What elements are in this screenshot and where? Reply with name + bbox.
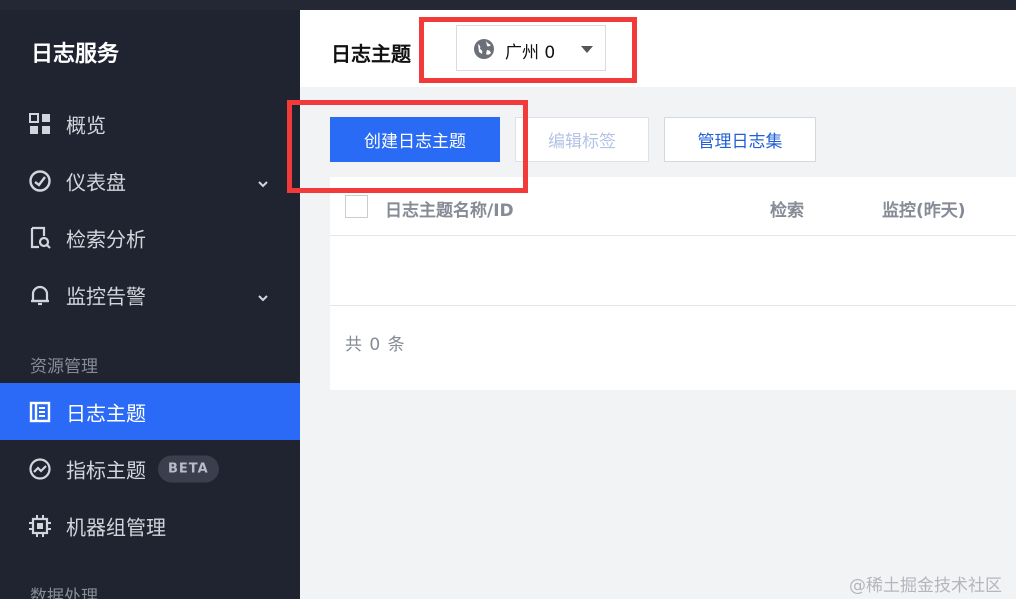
bell-icon (28, 283, 52, 307)
column-header-search: 检索 (770, 201, 804, 221)
sidebar-item-machine-group[interactable]: 机器组管理 (0, 497, 300, 554)
page-title: 日志主题 (331, 42, 411, 66)
grid-icon (28, 112, 52, 136)
column-header-monitor: 监控(昨天) (882, 201, 966, 221)
log-topic-icon (28, 400, 52, 424)
search-doc-icon (28, 226, 52, 250)
sidebar-item-monitor-alarm[interactable]: 监控告警 (0, 266, 300, 323)
chevron-down-icon (255, 287, 271, 303)
gauge-icon (28, 169, 52, 193)
top-strip (0, 0, 1016, 10)
sidebar-item-label: 机器组管理 (66, 515, 166, 539)
table-header: 日志主题名称/ID 检索 监控(昨天) (330, 177, 1016, 236)
sidebar-item-label: 日志主题 (66, 401, 146, 425)
watermark: @稀土掘金技术社区 (849, 576, 1002, 596)
sidebar-item-label: 监控告警 (66, 284, 146, 308)
sidebar-item-log-topic[interactable]: 日志主题 (0, 383, 300, 440)
trend-icon (28, 457, 52, 481)
sidebar-item-label: 概览 (66, 113, 106, 137)
table-total-count: 共 0 条 (345, 335, 406, 355)
select-all-checkbox[interactable] (345, 195, 368, 218)
brand-title: 日志服务 (31, 42, 120, 67)
create-log-topic-button[interactable]: 创建日志主题 (330, 117, 500, 162)
chip-icon (28, 514, 52, 538)
chevron-down-icon (255, 173, 271, 189)
edit-tags-button[interactable]: 编辑标签 (515, 117, 649, 162)
region-selector[interactable]: 广州 0 (456, 25, 606, 71)
sidebar-item-overview[interactable]: 概览 (0, 95, 300, 152)
caret-down-icon (581, 46, 593, 53)
section-label-resource: 资源管理 (30, 357, 98, 377)
column-header-name: 日志主题名称/ID (385, 201, 514, 221)
section-label-data-processing: 数据处理 (30, 587, 98, 599)
sidebar-item-label: 仪表盘 (66, 170, 126, 194)
log-topic-table: 日志主题名称/ID 检索 监控(昨天) 共 0 条 (330, 177, 1016, 390)
manage-logsets-button[interactable]: 管理日志集 (664, 117, 816, 162)
sidebar-item-label: 检索分析 (66, 227, 146, 251)
page-header: 日志主题 广州 0 (300, 10, 1016, 87)
sidebar-item-search-analysis[interactable]: 检索分析 (0, 209, 300, 266)
empty-table-body (330, 236, 1016, 306)
sidebar: 日志服务 概览 仪表盘 检索分析 监控告警 资源管理 日志主题 指标主题 BET… (0, 10, 300, 599)
globe-icon (473, 38, 495, 60)
region-value: 广州 0 (505, 43, 556, 63)
sidebar-item-dashboard[interactable]: 仪表盘 (0, 152, 300, 209)
sidebar-item-metric-topic[interactable]: 指标主题 BETA (0, 440, 300, 497)
beta-badge: BETA (158, 455, 219, 482)
sidebar-item-label: 指标主题 (66, 458, 146, 482)
